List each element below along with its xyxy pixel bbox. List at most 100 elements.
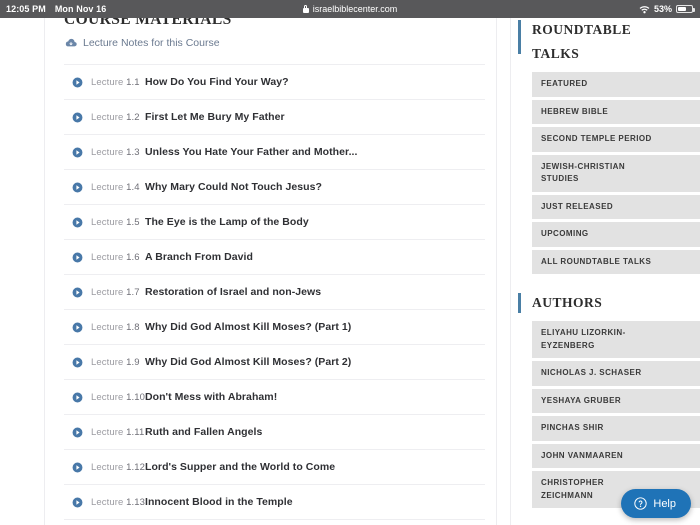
roundtable-list-item[interactable]: UPCOMING: [532, 222, 700, 247]
author-list-item[interactable]: YESHAYA GRUBER: [532, 388, 700, 413]
webpage-viewport: COURSE MATERIALS Lecture Notes for this …: [0, 18, 700, 525]
roundtable-list-item[interactable]: SECOND TEMPLE PERIOD: [532, 127, 700, 152]
authors-heading-label: AUTHORS: [532, 295, 603, 310]
battery-percent-label: 53%: [653, 4, 672, 14]
layout-rule-right: [510, 18, 511, 525]
play-icon: [72, 462, 83, 472]
roundtable-list-item-label: UPCOMING: [541, 229, 589, 238]
lecture-word: Lecture: [91, 356, 124, 368]
lecture-index: 1.11: [126, 426, 145, 438]
play-icon: [72, 392, 83, 402]
ipad-status-bar: 12:05 PM Mon Nov 16 israelbiblecenter.co…: [0, 0, 700, 18]
lecture-number: Lecture 1.7: [91, 287, 145, 298]
lecture-title: Why Did God Almost Kill Moses? (Part 1): [145, 321, 352, 333]
lecture-row[interactable]: Lecture 1.1 How Do You Find Your Way?: [64, 65, 485, 100]
lecture-notes-link[interactable]: Lecture Notes for this Course: [65, 37, 485, 49]
lecture-title: The Eye is the Lamp of the Body: [145, 216, 309, 228]
lecture-index: 1.10: [126, 391, 146, 403]
lecture-word: Lecture: [91, 76, 124, 88]
lecture-number: Lecture 1.1: [91, 77, 145, 88]
lecture-title: Unless You Hate Your Father and Mother..…: [145, 146, 358, 158]
roundtable-list-item[interactable]: JUST RELEASED: [532, 194, 700, 219]
author-list-item[interactable]: PINCHAS SHIR: [532, 416, 700, 441]
url-text: israelbiblecenter.com: [312, 4, 398, 14]
lecture-number: Lecture 1.8: [91, 322, 145, 333]
layout-rule-mid: [496, 18, 497, 525]
lecture-title: How Do You Find Your Way?: [145, 76, 289, 88]
roundtable-list-item[interactable]: JEWISH-CHRISTIAN STUDIES: [532, 154, 700, 192]
lecture-word: Lecture: [91, 181, 124, 193]
lecture-row[interactable]: Lecture 1.11 Ruth and Fallen Angels: [64, 415, 485, 450]
play-icon: [72, 252, 83, 262]
lecture-row[interactable]: Lecture 1.5 The Eye is the Lamp of the Bo…: [64, 205, 485, 240]
lecture-title: First Let Me Bury My Father: [145, 111, 285, 123]
battery-icon: [676, 4, 695, 14]
lecture-row[interactable]: Lecture 1.4 Why Mary Could Not Touch Jesu…: [64, 170, 485, 205]
lecture-number: Lecture 1.6: [91, 252, 145, 263]
lecture-index: 1.2: [126, 111, 140, 123]
lecture-word: Lecture: [91, 461, 124, 473]
roundtable-talks-list: FEATURED HEBREW BIBLE SECOND TEMPLE PERIOD…: [518, 72, 700, 274]
lecture-number: Lecture 1.9: [91, 357, 145, 368]
lecture-word: Lecture: [91, 251, 124, 263]
lecture-word: Lecture: [91, 426, 124, 438]
author-list-item[interactable]: JOHN VANMAAREN: [532, 443, 700, 468]
lecture-title: Lord's Supper and the World to Come: [145, 461, 336, 473]
play-icon: [72, 77, 83, 87]
status-bar-right: 53%: [639, 4, 695, 14]
author-list-item-label: CHRISTOPHER: [541, 478, 605, 487]
lecture-number: Lecture 1.3: [91, 147, 145, 158]
lecture-row[interactable]: Lecture 1.13 Innocent Blood in the Temple: [64, 485, 485, 520]
lecture-index: 1.12: [126, 461, 146, 473]
cloud-download-icon: [65, 38, 77, 47]
lecture-title: Why Mary Could Not Touch Jesus?: [145, 181, 322, 193]
play-icon: [72, 497, 83, 507]
lecture-notes-link-label: Lecture Notes for this Course: [83, 37, 220, 49]
lecture-word: Lecture: [91, 146, 124, 158]
authors-accent-bar: [518, 293, 521, 313]
lecture-number: Lecture 1.13: [91, 497, 145, 508]
lock-icon: [302, 5, 309, 13]
lecture-index: 1.3: [126, 146, 140, 158]
roundtable-list-item-label: ALL ROUNDTABLE TALKS: [541, 256, 652, 266]
play-icon: [72, 112, 83, 122]
author-list-item[interactable]: NICHOLAS J. SCHASER: [532, 361, 700, 386]
author-list-item[interactable]: ELIYAHU LIZORKIN- EYZENBERG: [532, 321, 700, 358]
lecture-row[interactable]: Lecture 1.6 A Branch From David: [64, 240, 485, 275]
lecture-row[interactable]: Lecture 1.12 Lord's Supper and the World …: [64, 450, 485, 485]
lecture-index: 1.6: [126, 251, 140, 263]
lecture-word: Lecture: [91, 216, 124, 228]
lecture-title: Ruth and Fallen Angels: [145, 426, 263, 438]
author-list-item-label: JOHN VANMAAREN: [541, 450, 624, 460]
lecture-index: 1.7: [126, 286, 140, 298]
lecture-row[interactable]: Lecture 1.10 Don't Mess with Abraham!: [64, 380, 485, 415]
heading-accent-bar: [518, 20, 521, 54]
authors-heading: AUTHORS: [518, 291, 700, 315]
lecture-list: Lecture 1.1 How Do You Find Your Way? Lect…: [64, 64, 485, 520]
lecture-number: Lecture 1.10: [91, 392, 145, 403]
lecture-number: Lecture 1.2: [91, 112, 145, 123]
roundtable-list-item[interactable]: HEBREW BIBLE: [532, 99, 700, 124]
help-chat-button[interactable]: Help: [621, 489, 691, 518]
lecture-index: 1.8: [126, 321, 140, 333]
lecture-title: Restoration of Israel and non-Jews: [145, 286, 322, 298]
help-button-label: Help: [653, 497, 676, 510]
layout-rule-left: [44, 18, 45, 525]
lecture-word: Lecture: [91, 321, 124, 333]
roundtable-list-item[interactable]: ALL ROUNDTABLE TALKS: [532, 249, 700, 274]
lecture-row[interactable]: Lecture 1.9 Why Did God Almost Kill Moses…: [64, 345, 485, 380]
lecture-word: Lecture: [91, 496, 124, 508]
lecture-row[interactable]: Lecture 1.7 Restoration of Israel and non…: [64, 275, 485, 310]
wifi-icon: [639, 5, 650, 13]
lecture-title: Don't Mess with Abraham!: [145, 391, 278, 403]
question-circle-icon: [634, 497, 648, 510]
play-icon: [72, 427, 83, 437]
roundtable-list-item-label: HEBREW BIBLE: [541, 106, 609, 116]
lecture-word: Lecture: [91, 111, 124, 123]
lecture-row[interactable]: Lecture 1.3 Unless You Hate Your Father a…: [64, 135, 485, 170]
play-icon: [72, 182, 83, 192]
lecture-row[interactable]: Lecture 1.2 First Let Me Bury My Father: [64, 100, 485, 135]
roundtable-list-item[interactable]: FEATURED: [532, 72, 700, 97]
lecture-row[interactable]: Lecture 1.8 Why Did God Almost Kill Moses…: [64, 310, 485, 345]
lecture-index: 1.9: [126, 356, 140, 368]
